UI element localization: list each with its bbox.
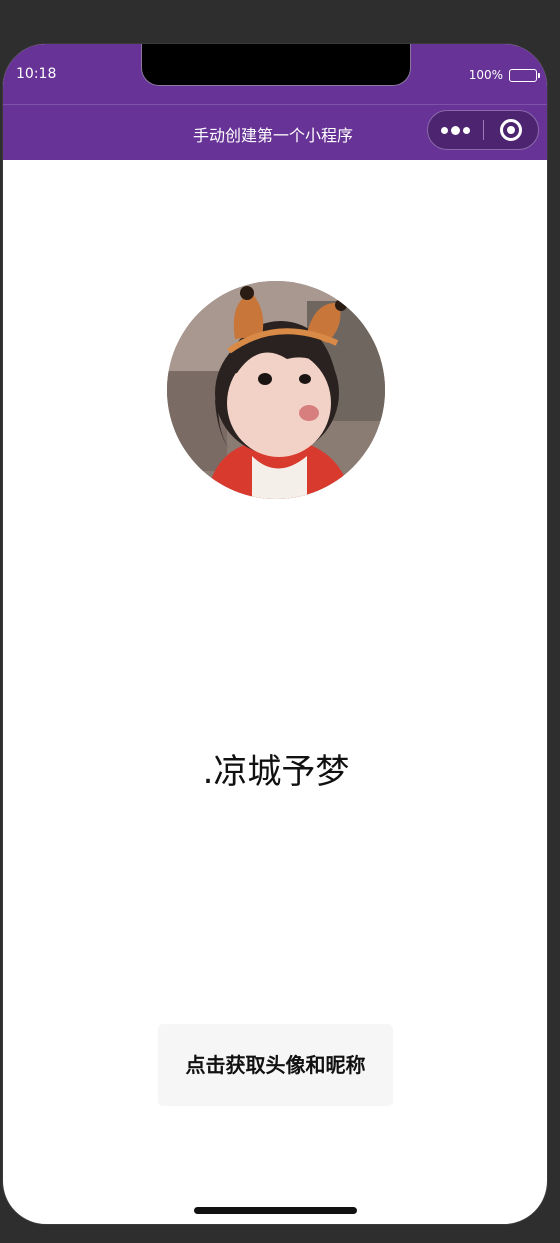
more-dots-icon[interactable] <box>428 111 483 149</box>
status-bar: 10:18 100% <box>3 44 547 104</box>
home-indicator <box>194 1207 357 1214</box>
get-avatar-nickname-button[interactable]: 点击获取头像和昵称 <box>158 1024 393 1106</box>
status-time: 10:18 <box>16 66 57 82</box>
notch <box>141 44 411 86</box>
target-circle-icon <box>500 119 522 141</box>
battery-icon <box>509 68 540 82</box>
phone-frame: 10:18 100% 手动创建第一个小程序 .凉城予梦 点击获取头像和昵称 <box>2 43 548 1225</box>
battery-indicator: 100% <box>468 68 540 82</box>
battery-percent: 100% <box>468 68 503 82</box>
navigation-bar: 手动创建第一个小程序 <box>3 104 547 160</box>
nickname: .凉城予梦 <box>202 752 350 792</box>
avatar-photo <box>167 281 385 499</box>
capsule-menu <box>427 110 539 150</box>
avatar <box>167 281 385 499</box>
close-miniprogram-button[interactable] <box>484 111 538 149</box>
